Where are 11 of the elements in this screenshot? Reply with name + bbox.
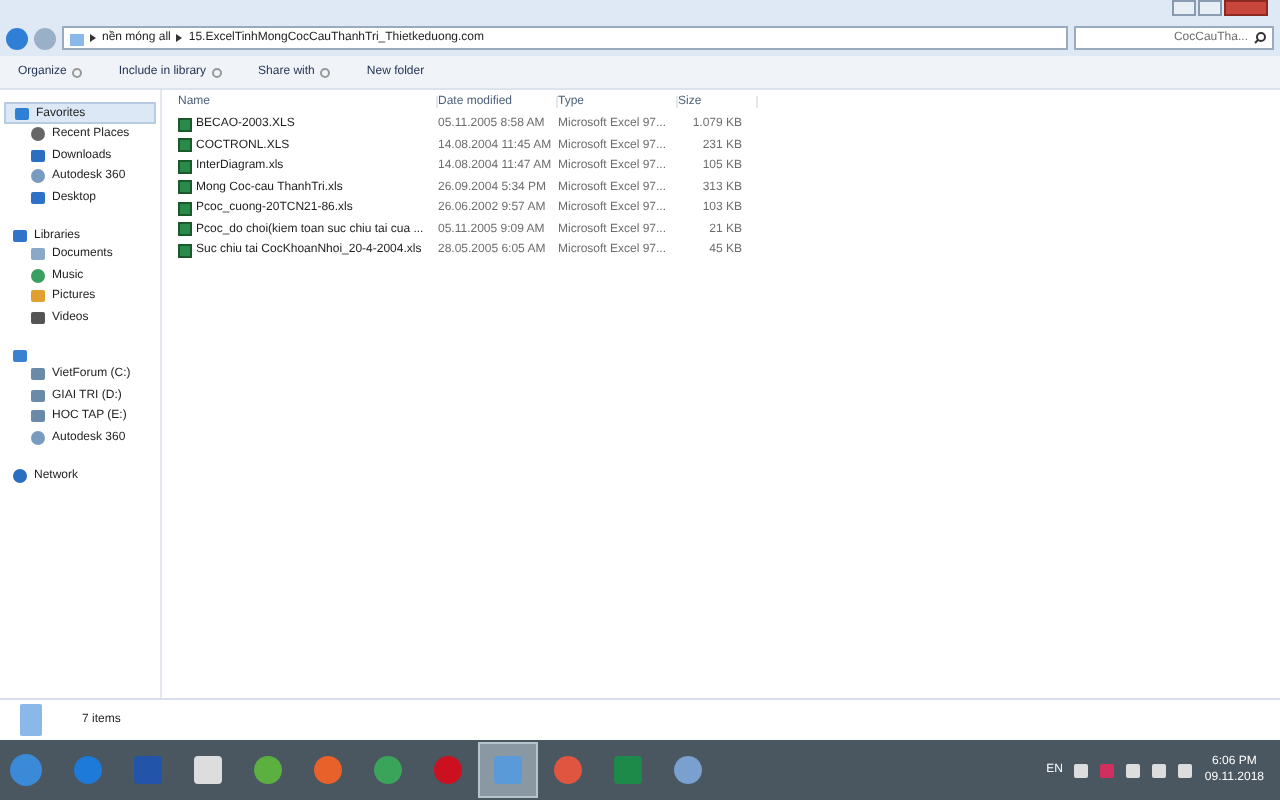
folder-icon bbox=[70, 31, 84, 45]
minimize-button[interactable] bbox=[1172, 0, 1196, 16]
chevron-icon bbox=[176, 34, 183, 42]
search-icon bbox=[1254, 32, 1266, 44]
restore-button[interactable] bbox=[1198, 0, 1222, 16]
folder-icon bbox=[20, 704, 42, 736]
close-button[interactable] bbox=[1224, 0, 1268, 16]
start-button[interactable] bbox=[10, 754, 42, 786]
back-button[interactable] bbox=[6, 27, 28, 49]
chevron-icon bbox=[90, 34, 96, 42]
forward-button[interactable] bbox=[34, 27, 56, 49]
